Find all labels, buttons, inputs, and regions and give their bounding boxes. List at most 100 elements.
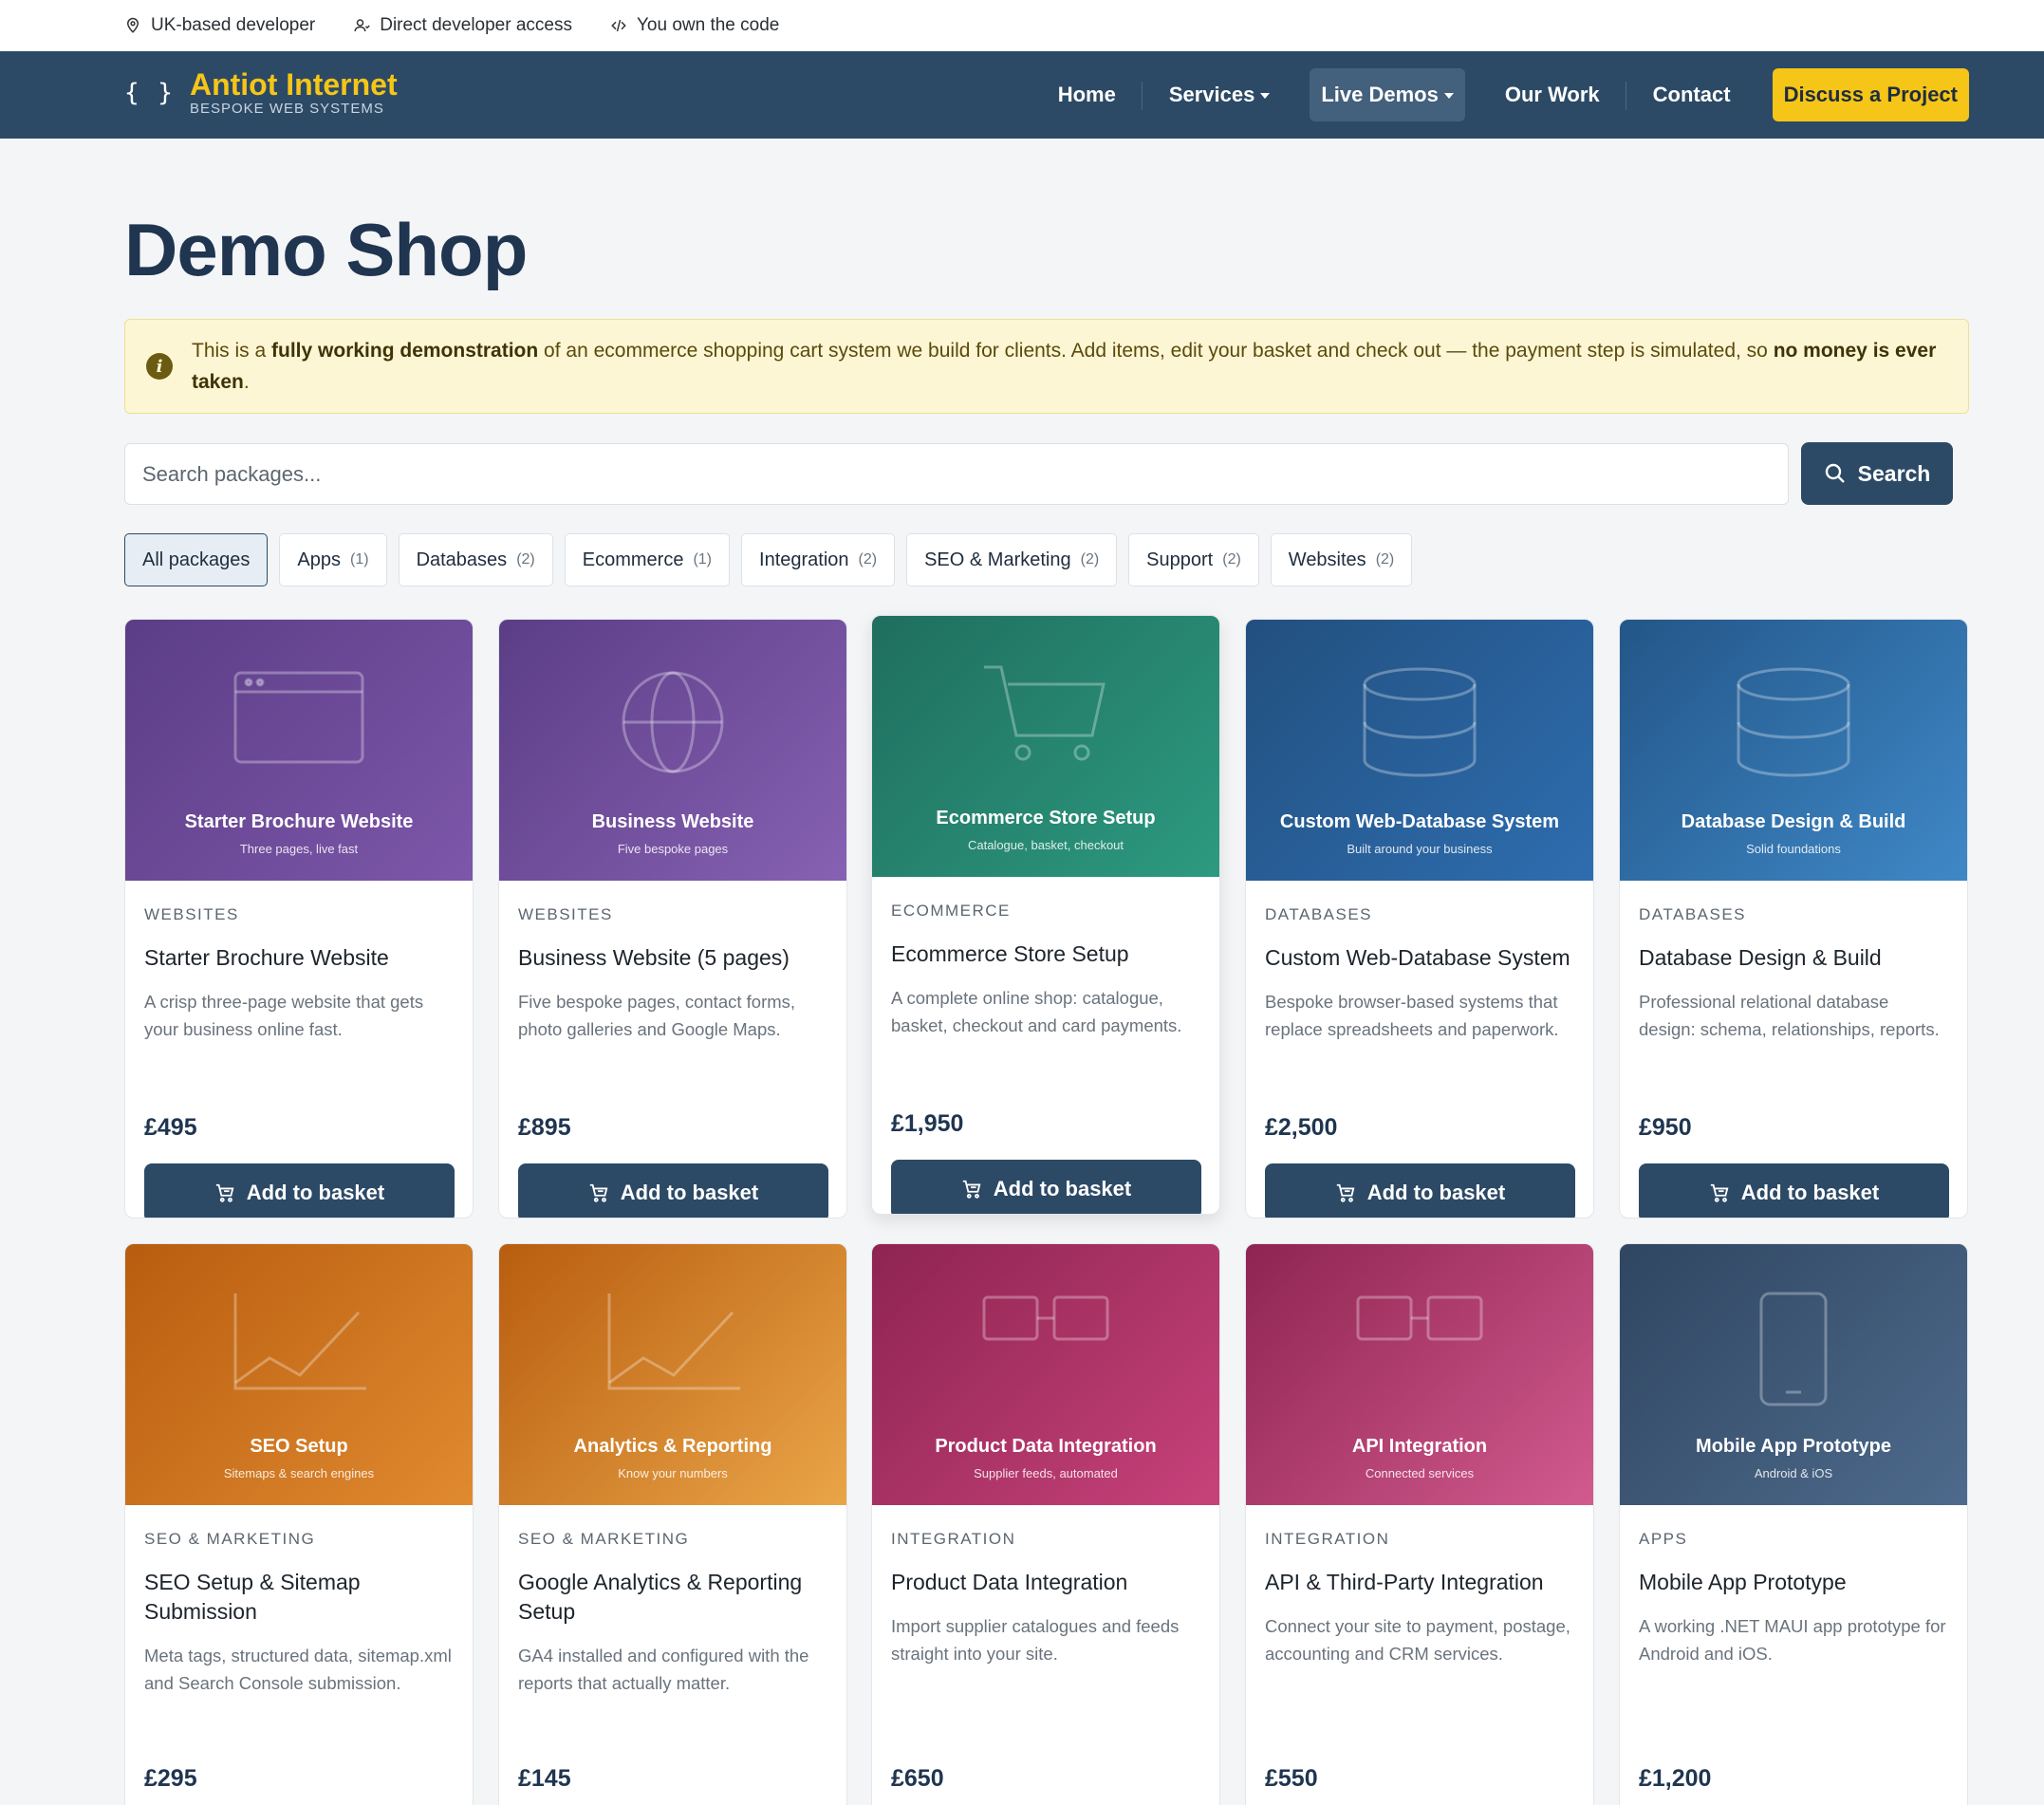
notice-text-2: of an ecommerce shopping cart system we …	[538, 340, 1774, 362]
product-card[interactable]: Starter Brochure Website Three pages, liv…	[124, 619, 474, 1219]
product-category: Ecommerce	[891, 902, 1011, 920]
product-body: SEO & Marketing SEO Setup & Sitemap Submi…	[125, 1530, 473, 1805]
product-body: Integration API & Third-Party Integration…	[1246, 1530, 1593, 1805]
banner-subtitle: Supplier feeds, automated	[974, 1466, 1118, 1480]
product-card[interactable]: Custom Web-Database System Built around y…	[1245, 619, 1594, 1219]
product-description: Meta tags, structured data, sitemap.xml …	[144, 1646, 452, 1693]
product-category: Databases	[1265, 905, 1373, 923]
product-category: Databases	[1639, 905, 1747, 923]
topbar-item-access: Direct developer access	[353, 15, 572, 36]
filter-chip[interactable]: All packages	[124, 533, 269, 586]
product-description: Bespoke browser-based systems that repla…	[1265, 992, 1559, 1039]
add-to-basket-button[interactable]: Add to basket	[891, 1160, 1201, 1214]
product-description: GA4 installed and configured with the re…	[518, 1646, 809, 1693]
product-description: A complete online shop: catalogue, baske…	[891, 988, 1182, 1035]
product-banner: Mobile App Prototype Android & iOS	[1620, 1244, 1967, 1505]
banner-title: Mobile App Prototype	[1696, 1436, 1891, 1457]
filter-chip-label: SEO & Marketing	[924, 549, 1071, 570]
product-card[interactable]: Product Data Integration Supplier feeds, …	[871, 1243, 1220, 1805]
add-to-basket-button[interactable]: Add to basket	[144, 1163, 455, 1218]
topbar-item-location: UK-based developer	[124, 15, 315, 36]
top-info-bar: UK-based developer Direct developer acce…	[0, 0, 2044, 51]
nav-services[interactable]: Services	[1143, 68, 1297, 121]
filter-chip-count: (1)	[350, 551, 369, 568]
category-filters: All packages Apps (1) Databases (2) Ecommerce…	[124, 533, 1413, 586]
product-description: Professional relational database design:…	[1639, 992, 1940, 1039]
discuss-project-button[interactable]: Discuss a Project	[1772, 68, 1969, 121]
filter-chip[interactable]: Support (2)	[1128, 533, 1259, 586]
nav-live-demos[interactable]: Live Demos	[1310, 68, 1465, 121]
filter-chip-count: (2)	[516, 551, 535, 568]
filter-chip[interactable]: Apps (1)	[279, 533, 387, 586]
product-card[interactable]: Ecommerce Store Setup Catalogue, basket, …	[871, 615, 1220, 1215]
banner-title: Analytics & Reporting	[573, 1436, 772, 1457]
nav-home[interactable]: Home	[1031, 68, 1143, 121]
product-banner: Database Design & Build Solid foundations	[1620, 620, 1967, 881]
product-category: Websites	[144, 905, 239, 923]
product-name: Business Website (5 pages)	[518, 945, 790, 970]
product-name: Product Data Integration	[891, 1570, 1128, 1594]
topbar-item-label: UK-based developer	[151, 15, 316, 35]
product-price: £295	[144, 1765, 197, 1792]
filter-chip-count: (2)	[858, 551, 878, 568]
globe-icon	[622, 671, 724, 773]
nav-contact-label: Contact	[1652, 83, 1731, 106]
product-name: Starter Brochure Website	[144, 945, 389, 970]
add-to-basket-button[interactable]: Add to basket	[1639, 1163, 1949, 1218]
cart-icon	[589, 1183, 608, 1202]
product-banner: Starter Brochure Website Three pages, liv…	[125, 620, 473, 881]
add-to-basket-button[interactable]: Add to basket	[1265, 1163, 1575, 1218]
filter-chip[interactable]: Databases (2)	[398, 533, 553, 586]
product-card[interactable]: SEO Setup Sitemaps & search engines SEO & …	[124, 1243, 474, 1805]
add-to-basket-label: Add to basket	[993, 1177, 1132, 1200]
product-name: Ecommerce Store Setup	[891, 941, 1129, 966]
product-price: £550	[1265, 1765, 1318, 1792]
filter-chip-label: All packages	[142, 549, 251, 570]
banner-subtitle: Catalogue, basket, checkout	[967, 838, 1124, 852]
product-card[interactable]: Business Website Five bespoke pages Websit…	[498, 619, 847, 1219]
product-category: Apps	[1639, 1530, 1688, 1548]
product-banner: Product Data Integration Supplier feeds, …	[872, 1244, 1219, 1505]
search-button[interactable]: Search	[1801, 442, 1953, 505]
product-price: £2,500	[1265, 1114, 1338, 1141]
product-name: Google Analytics & Reporting Setup	[518, 1570, 803, 1624]
cart-icon	[215, 1183, 234, 1202]
product-card[interactable]: Mobile App Prototype Android & iOS Apps Mob…	[1619, 1243, 1968, 1805]
banner-title: SEO Setup	[250, 1436, 348, 1457]
topbar-item-code: You own the code	[610, 15, 779, 36]
filter-chip[interactable]: Integration (2)	[741, 533, 896, 586]
notice-text: This is a fully working demonstration of…	[192, 335, 1940, 398]
filter-chip[interactable]: Ecommerce (1)	[564, 533, 731, 586]
topbar-item-label: You own the code	[636, 15, 780, 35]
product-category: SEO & Marketing	[144, 1530, 316, 1548]
banner-subtitle: Sitemaps & search engines	[223, 1466, 375, 1480]
product-card[interactable]: API Integration Connected services Integra…	[1245, 1243, 1594, 1805]
info-icon: i	[146, 353, 173, 380]
product-card[interactable]: Database Design & Build Solid foundations…	[1619, 619, 1968, 1219]
product-body: Databases Database Design & Build Professi…	[1620, 905, 1967, 1218]
search-input[interactable]	[124, 443, 1789, 505]
banner-title: API Integration	[1351, 1436, 1488, 1457]
product-card[interactable]: Analytics & Reporting Know your numbers SE…	[498, 1243, 847, 1805]
product-body: Websites Starter Brochure Website A crisp …	[125, 905, 473, 1218]
nav-our-work[interactable]: Our Work	[1478, 68, 1626, 121]
banner-subtitle: Know your numbers	[618, 1466, 728, 1480]
brand-logo[interactable]: { } Antiot Internet BESPOKE WEB SYSTEMS	[124, 68, 398, 118]
banner-title: Database Design & Build	[1681, 811, 1906, 832]
product-description: A crisp three-page website that gets you…	[144, 992, 424, 1039]
product-body: Websites Business Website (5 pages) Five b…	[499, 905, 846, 1218]
chevron-down-icon	[1260, 93, 1271, 99]
nav-contact[interactable]: Contact	[1626, 68, 1757, 121]
filter-chip[interactable]: SEO & Marketing (2)	[906, 533, 1118, 586]
code-icon	[611, 19, 626, 32]
location-pin-icon	[126, 17, 139, 33]
search-icon	[1825, 463, 1845, 483]
filter-chip[interactable]: Websites (2)	[1270, 533, 1413, 586]
cart-icon	[1336, 1183, 1355, 1202]
add-to-basket-button[interactable]: Add to basket	[518, 1163, 828, 1218]
banner-title: Business Website	[591, 811, 754, 832]
product-name: SEO Setup & Sitemap Submission	[144, 1570, 361, 1624]
banner-subtitle: Built around your business	[1347, 842, 1493, 856]
product-banner: SEO Setup Sitemaps & search engines	[125, 1244, 473, 1505]
product-body: Apps Mobile App Prototype A working .NET M…	[1620, 1530, 1967, 1805]
